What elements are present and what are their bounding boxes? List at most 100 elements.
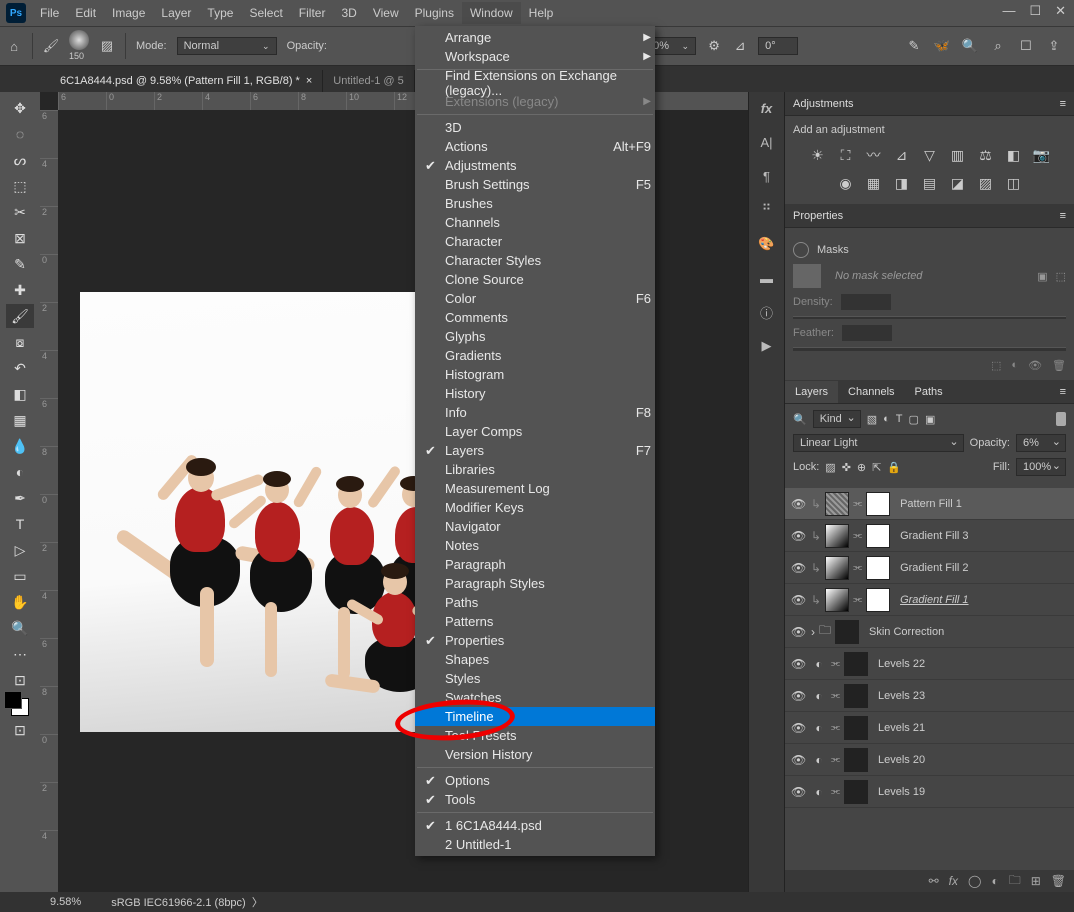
menu-item-2-untitled-1[interactable]: 2 Untitled-1 — [415, 835, 655, 854]
path-select-tool[interactable]: ▷ — [6, 538, 34, 562]
expand-icon[interactable]: › — [811, 625, 815, 639]
menu-item-find-extensions-on-exchange-legacy-[interactable]: Find Extensions on Exchange (legacy)... — [415, 73, 655, 92]
layer-name[interactable]: Levels 21 — [878, 722, 925, 734]
layer-row[interactable]: 👁›🗀Skin Correction — [785, 616, 1074, 648]
link-icon[interactable]: ⫘ — [853, 530, 862, 541]
menu-item-color[interactable]: ColorF6 — [415, 289, 655, 308]
menu-item-patterns[interactable]: Patterns — [415, 612, 655, 631]
close-tab-icon[interactable]: × — [306, 75, 312, 87]
lock-artboard-icon[interactable]: ⊕ — [857, 461, 866, 474]
info-dock-icon[interactable]: ⓘ — [757, 302, 777, 322]
mask-thumb[interactable] — [844, 780, 868, 804]
gear-icon[interactable]: ⚙ — [706, 38, 722, 54]
menu-item-info[interactable]: InfoF8 — [415, 403, 655, 422]
layer-filter-select[interactable]: Kind — [813, 410, 861, 428]
shape-tool[interactable]: ▭ — [6, 564, 34, 588]
eye-icon[interactable]: 👁 — [791, 561, 807, 575]
menu-item-gradients[interactable]: Gradients — [415, 346, 655, 365]
menu-item-libraries[interactable]: Libraries — [415, 460, 655, 479]
close-icon[interactable]: ✕ — [1055, 3, 1066, 19]
menu-item-glyphs[interactable]: Glyphs — [415, 327, 655, 346]
hue-adj-icon[interactable]: ▥ — [949, 146, 967, 164]
menu-item-tools[interactable]: ✔Tools — [415, 790, 655, 809]
menu-item-swatches[interactable]: Swatches — [415, 688, 655, 707]
layer-row[interactable]: 👁◐⫘Levels 23 — [785, 680, 1074, 712]
menu-item-clone-source[interactable]: Clone Source — [415, 270, 655, 289]
layer-row[interactable]: 👁↳⫘Gradient Fill 1 — [785, 584, 1074, 616]
layer-row[interactable]: 👁◐⫘Levels 19 — [785, 776, 1074, 808]
lock-position-icon[interactable]: ✜ — [842, 461, 851, 474]
menu-item-modifier-keys[interactable]: Modifier Keys — [415, 498, 655, 517]
menu-item-navigator[interactable]: Navigator — [415, 517, 655, 536]
menu-item-shapes[interactable]: Shapes — [415, 650, 655, 669]
angle-input[interactable]: 0° — [758, 37, 798, 55]
brightness-adj-icon[interactable]: ☀ — [809, 146, 827, 164]
layer-name[interactable]: Gradient Fill 3 — [900, 530, 968, 542]
object-select-tool[interactable]: ⬚ — [6, 174, 34, 198]
layer-row[interactable]: 👁↳⫘Gradient Fill 3 — [785, 520, 1074, 552]
invert-adj-icon[interactable]: ◨ — [893, 174, 911, 192]
filter-smart-icon[interactable]: ▣ — [925, 413, 935, 426]
eye-icon[interactable]: 👁 — [791, 593, 807, 607]
layer-name[interactable]: Skin Correction — [869, 626, 944, 638]
swatches-dock-icon[interactable]: 🎨 — [757, 234, 777, 254]
mask-thumb[interactable] — [844, 748, 868, 772]
gradient-map-adj-icon[interactable]: ▨ — [977, 174, 995, 192]
pressure-opacity-icon[interactable]: ✎ — [906, 38, 922, 54]
menu-item-options[interactable]: ✔Options — [415, 771, 655, 790]
marquee-tool[interactable]: ◌ — [6, 122, 34, 146]
layer-opacity-input[interactable]: 6% — [1016, 434, 1066, 452]
menu-type[interactable]: Type — [199, 2, 241, 24]
blend-mode-layer-select[interactable]: Linear Light — [793, 434, 964, 452]
eye-icon[interactable]: 👁 — [791, 753, 807, 767]
eye-icon[interactable]: 👁 — [791, 689, 807, 703]
layer-row[interactable]: 👁◐⫘Levels 21 — [785, 712, 1074, 744]
menu-item-brushes[interactable]: Brushes — [415, 194, 655, 213]
menu-item-layers[interactable]: ✔LayersF7 — [415, 441, 655, 460]
profile-display[interactable]: sRGB IEC61966-2.1 (8bpc) 〉 — [111, 894, 263, 910]
menu-item-1-6c1a8444-psd[interactable]: ✔1 6C1A8444.psd — [415, 816, 655, 835]
brush-panel-icon[interactable]: ▨ — [99, 38, 115, 54]
mask-thumb[interactable] — [844, 684, 868, 708]
filter-shape-icon[interactable]: ▢ — [909, 413, 919, 426]
history-brush-tool[interactable]: ↶ — [6, 356, 34, 380]
search-icon[interactable]: 🔍 — [962, 38, 978, 54]
density-value[interactable] — [841, 294, 891, 310]
menu-window[interactable]: Window — [462, 2, 521, 24]
minimize-icon[interactable]: — — [1002, 3, 1015, 19]
layer-thumb[interactable] — [825, 492, 849, 516]
eye-icon[interactable]: 👁 — [791, 625, 807, 639]
lookup-adj-icon[interactable]: ▦ — [865, 174, 883, 192]
layer-thumb[interactable] — [825, 556, 849, 580]
character-dock-icon[interactable]: A| — [757, 132, 777, 152]
panel-menu-icon[interactable]: ≡ — [1060, 98, 1066, 110]
menu-item-adjustments[interactable]: ✔Adjustments — [415, 156, 655, 175]
menu-file[interactable]: File — [32, 2, 67, 24]
filter-image-icon[interactable]: ▧ — [867, 413, 877, 426]
layer-group-icon[interactable]: 🗀 — [1009, 871, 1021, 892]
layer-thumb[interactable] — [825, 588, 849, 612]
layer-row[interactable]: 👁↳⫘Pattern Fill 1 — [785, 488, 1074, 520]
menu-item-measurement-log[interactable]: Measurement Log — [415, 479, 655, 498]
type-tool[interactable]: T — [6, 512, 34, 536]
menu-item-layer-comps[interactable]: Layer Comps — [415, 422, 655, 441]
menu-item-character-styles[interactable]: Character Styles — [415, 251, 655, 270]
filter-type-icon[interactable]: T — [896, 413, 903, 425]
eye-icon[interactable]: 👁 — [791, 785, 807, 799]
menu-3d[interactable]: 3D — [333, 2, 364, 24]
color-swatches[interactable] — [11, 698, 29, 716]
brush-tip-icon[interactable]: 🖌 — [43, 38, 59, 54]
layer-name[interactable]: Gradient Fill 1 — [900, 594, 968, 606]
exposure-adj-icon[interactable]: ⊿ — [893, 146, 911, 164]
menu-item-tool-presets[interactable]: Tool Presets — [415, 726, 655, 745]
lasso-tool[interactable]: ᔕ — [6, 148, 34, 172]
layer-new-icon[interactable]: ⊞ — [1031, 874, 1041, 888]
menu-item-actions[interactable]: ActionsAlt+F9 — [415, 137, 655, 156]
layer-row[interactable]: 👁◐⫘Levels 22 — [785, 648, 1074, 680]
threshold-adj-icon[interactable]: ◪ — [949, 174, 967, 192]
menu-filter[interactable]: Filter — [291, 2, 334, 24]
photo-filter-adj-icon[interactable]: 📷 — [1033, 146, 1051, 164]
menu-item-paragraph-styles[interactable]: Paragraph Styles — [415, 574, 655, 593]
color-dock-icon[interactable]: ▬ — [757, 268, 777, 288]
paragraph-dock-icon[interactable]: ¶ — [757, 166, 777, 186]
